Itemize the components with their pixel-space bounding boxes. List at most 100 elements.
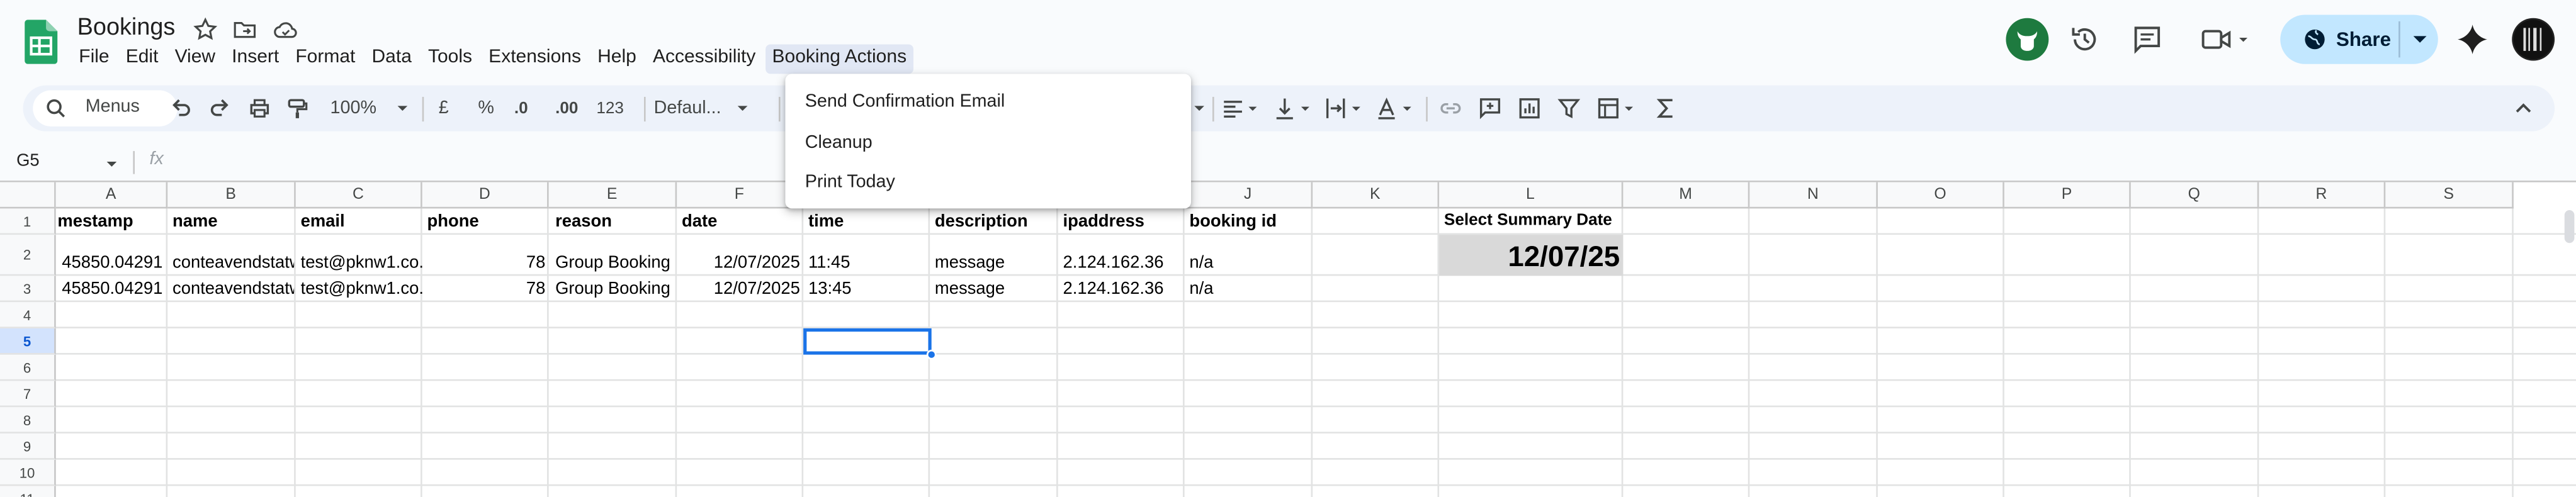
gemini-sparkle-icon[interactable] (2456, 23, 2489, 56)
version-history-icon[interactable] (2069, 23, 2101, 56)
vertical-scrollbar[interactable] (2564, 210, 2575, 243)
cell-E1[interactable]: reason (555, 212, 677, 232)
menu-accessibility[interactable]: Accessibility (647, 44, 762, 74)
text-rotation-icon[interactable] (1377, 97, 1416, 120)
active-cell-G5[interactable] (803, 328, 932, 355)
row-header-8[interactable]: 8 (0, 407, 56, 433)
row-header-10[interactable]: 10 (0, 459, 56, 486)
column-header-F[interactable]: F (677, 182, 804, 209)
column-header-J[interactable]: J (1184, 182, 1313, 209)
menu-file[interactable]: File (72, 44, 116, 74)
paint-format-icon[interactable] (286, 97, 309, 120)
cell-I2[interactable]: 2.124.162.36 (1063, 253, 1184, 272)
column-header-E[interactable]: E (548, 182, 677, 209)
collapse-toolbar-icon[interactable] (2514, 99, 2533, 118)
share-dropdown-icon[interactable] (2402, 14, 2438, 64)
cell-I1[interactable]: ipaddress (1063, 212, 1184, 232)
horizontal-align-icon[interactable] (1223, 97, 1262, 120)
font-select[interactable]: Defaul... (654, 86, 749, 131)
share-button[interactable]: Share (2280, 14, 2398, 64)
cell-A1[interactable]: mestamp (57, 212, 166, 232)
column-header-Q[interactable]: Q (2130, 182, 2259, 209)
cell-L1-summary-label[interactable]: Select Summary Date (1444, 212, 1625, 232)
cell-J1[interactable]: booking id (1189, 212, 1311, 232)
column-header-O[interactable]: O (1877, 182, 2004, 209)
increase-decimal-button[interactable]: .00 (555, 86, 578, 131)
more-formats-button[interactable]: 123 (596, 86, 624, 131)
chevron-down-icon[interactable] (1193, 102, 1206, 115)
row-header-11[interactable]: 11 (0, 486, 56, 497)
insert-comment-icon[interactable] (1479, 97, 1502, 120)
menu-item-send-confirmation-email[interactable]: Send Confirmation Email (785, 82, 1191, 121)
text-wrapping-icon[interactable] (1326, 97, 1365, 120)
row-header-7[interactable]: 7 (0, 381, 56, 408)
cell-I3[interactable]: 2.124.162.36 (1063, 279, 1184, 299)
insert-chart-icon[interactable] (1518, 97, 1541, 120)
star-icon[interactable] (192, 16, 218, 43)
sheets-logo-icon[interactable] (25, 20, 58, 64)
cell-G2[interactable]: 11:45 (808, 253, 930, 272)
cell-G1[interactable]: time (808, 212, 930, 232)
cell-H2[interactable]: message (935, 253, 1056, 272)
zoom-select[interactable]: 100% (330, 86, 410, 131)
column-header-A[interactable]: A (55, 182, 168, 209)
cell-D3[interactable]: 78 (427, 279, 546, 299)
meet-video-icon[interactable] (2200, 23, 2249, 56)
row-header-2[interactable]: 2 (0, 235, 56, 276)
cell-J2[interactable]: n/a (1189, 253, 1311, 272)
menu-data[interactable]: Data (365, 44, 418, 74)
column-header-K[interactable]: K (1313, 182, 1440, 209)
undo-icon[interactable] (169, 97, 193, 120)
cell-B3[interactable]: conteavendstatw (172, 279, 294, 299)
column-header-D[interactable]: D (422, 182, 549, 209)
menu-item-cleanup[interactable]: Cleanup (785, 123, 1191, 163)
menu-item-print-today[interactable]: Print Today (785, 162, 1191, 202)
menu-format[interactable]: Format (289, 44, 362, 74)
menu-insert[interactable]: Insert (225, 44, 286, 74)
account-avatar[interactable] (2512, 18, 2555, 61)
select-all-corner[interactable] (0, 182, 56, 209)
menu-help[interactable]: Help (591, 44, 643, 74)
fill-handle[interactable] (926, 349, 937, 360)
document-title[interactable]: Bookings (77, 14, 176, 41)
column-header-P[interactable]: P (2004, 182, 2131, 209)
cell-A3[interactable]: 45850.04291 (57, 279, 162, 299)
column-header-S[interactable]: S (2385, 182, 2514, 209)
row-header-5[interactable]: 5 (0, 328, 56, 355)
cell-C1[interactable]: email (301, 212, 422, 232)
menu-tools[interactable]: Tools (422, 44, 479, 74)
cell-J3[interactable]: n/a (1189, 279, 1311, 299)
move-folder-icon[interactable] (232, 16, 258, 43)
menu-edit[interactable]: Edit (119, 44, 165, 74)
cell-F1[interactable]: date (682, 212, 803, 232)
row-header-3[interactable]: 3 (0, 276, 56, 303)
menu-extensions[interactable]: Extensions (482, 44, 588, 74)
cell-C2[interactable]: test@pknw1.co.u (301, 253, 422, 272)
cell-E2[interactable]: Group Booking (555, 253, 677, 272)
addon-avatar[interactable] (2006, 18, 2049, 61)
vertical-align-icon[interactable] (1275, 97, 1314, 120)
row-header-6[interactable]: 6 (0, 354, 56, 381)
cell-B2[interactable]: conteavendstatw (172, 253, 294, 272)
functions-sigma-icon[interactable] (1654, 97, 1678, 120)
column-header-N[interactable]: N (1749, 182, 1878, 209)
column-header-M[interactable]: M (1623, 182, 1750, 209)
row-header-4[interactable]: 4 (0, 302, 56, 328)
decrease-decimal-button[interactable]: .0 (514, 86, 528, 131)
filter-views-icon[interactable] (1597, 97, 1640, 120)
row-header-9[interactable]: 9 (0, 433, 56, 460)
cell-H1[interactable]: description (935, 212, 1056, 232)
cell-F2[interactable]: 12/07/2025 (682, 253, 800, 272)
cell-E3[interactable]: Group Booking (555, 279, 677, 299)
formula-input[interactable] (184, 149, 2550, 176)
cell-G3[interactable]: 13:45 (808, 279, 930, 299)
insert-link-icon[interactable] (1439, 97, 1462, 120)
column-header-C[interactable]: C (295, 182, 422, 209)
cell-A2[interactable]: 45850.04291 (57, 253, 162, 272)
cell-C3[interactable]: test@pknw1.co.u (301, 279, 422, 299)
redo-icon[interactable] (208, 97, 232, 120)
cloud-saved-icon[interactable] (273, 16, 299, 43)
column-header-R[interactable]: R (2259, 182, 2386, 209)
menu-booking-actions[interactable]: Booking Actions (765, 44, 913, 74)
format-percent-button[interactable]: % (478, 86, 494, 131)
